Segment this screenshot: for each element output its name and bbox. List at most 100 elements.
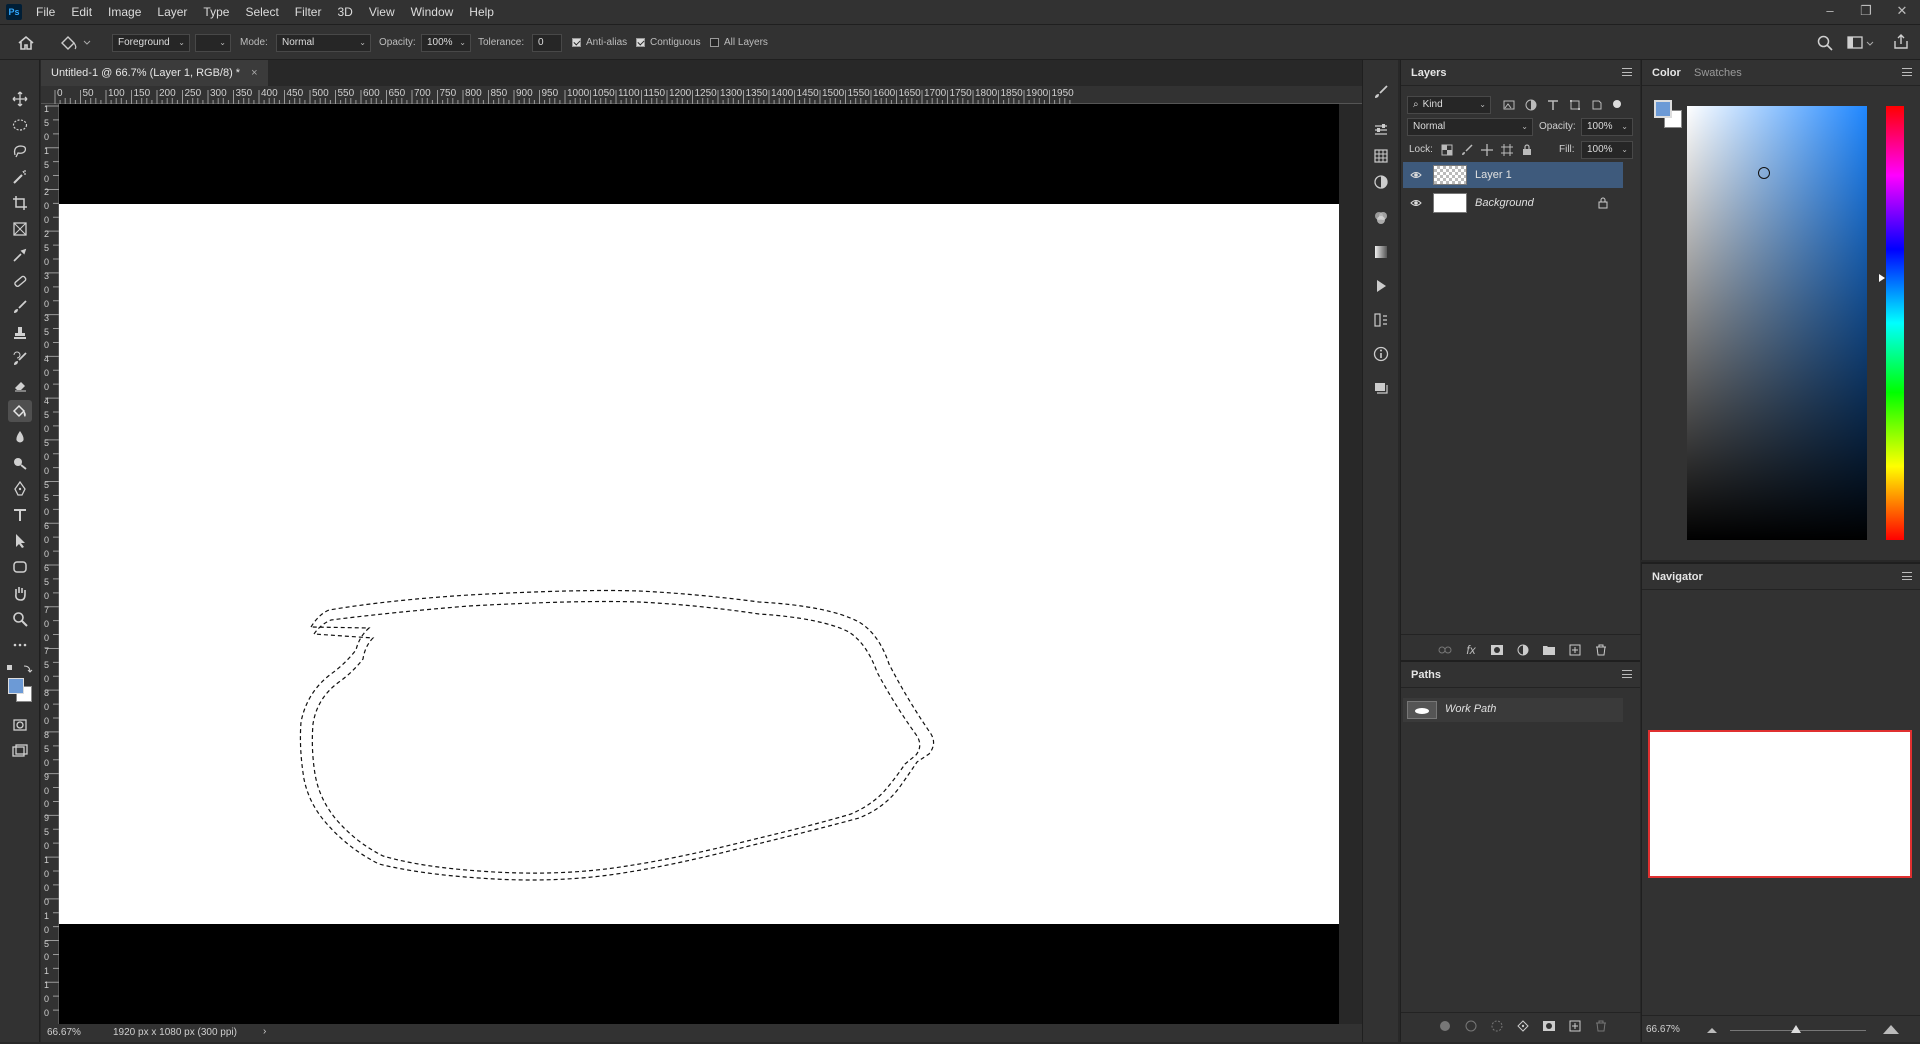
layer-row-layer-1[interactable]: Layer 1 xyxy=(1403,162,1623,188)
new-path-icon[interactable] xyxy=(1567,1018,1583,1034)
zoom-tool-icon[interactable] xyxy=(8,608,32,630)
visibility-eye-icon[interactable] xyxy=(1410,169,1422,181)
zoom-in-icon[interactable] xyxy=(1882,1023,1900,1035)
make-work-path-icon[interactable] xyxy=(1515,1018,1531,1034)
share-icon[interactable] xyxy=(1892,33,1910,51)
add-mask-icon[interactable] xyxy=(1489,642,1505,658)
stroke-path-icon[interactable] xyxy=(1463,1018,1479,1034)
healing-brush-tool-icon[interactable] xyxy=(8,270,32,292)
panel-menu-icon[interactable] xyxy=(1622,670,1632,678)
fill-source-select[interactable]: Foreground ⌄ xyxy=(112,34,190,52)
menu-select[interactable]: Select xyxy=(237,0,286,24)
tab-layers[interactable]: Layers xyxy=(1411,60,1446,86)
swap-colors-icon[interactable] xyxy=(6,664,34,674)
opacity-input[interactable]: 100% ⌄ xyxy=(421,34,471,52)
history-brush-tool-icon[interactable] xyxy=(8,348,32,370)
tab-navigator[interactable]: Navigator xyxy=(1652,564,1703,590)
foreground-color-swatch[interactable] xyxy=(8,678,24,694)
menu-window[interactable]: Window xyxy=(403,0,462,24)
new-layer-icon[interactable] xyxy=(1567,642,1583,658)
panel-menu-icon[interactable] xyxy=(1902,572,1912,580)
fx-icon[interactable]: fx xyxy=(1463,642,1479,658)
tool-preset-picker[interactable] xyxy=(58,33,94,53)
minimize-button[interactable]: – xyxy=(1812,0,1848,24)
document-tab[interactable]: Untitled-1 @ 66.7% (Layer 1, RGB/8) * × xyxy=(41,60,268,86)
add-mask-icon[interactable] xyxy=(1541,1018,1557,1034)
contiguous-checkbox[interactable] xyxy=(636,38,645,47)
menu-layer[interactable]: Layer xyxy=(149,0,195,24)
hue-slider-handle[interactable] xyxy=(1879,274,1885,282)
menu-filter[interactable]: Filter xyxy=(287,0,330,24)
paint-bucket-tool-icon[interactable] xyxy=(8,400,32,422)
dodge-tool-icon[interactable] xyxy=(8,452,32,474)
navigator-preview[interactable] xyxy=(1648,730,1912,878)
info-menu-arrow[interactable]: › xyxy=(263,1026,266,1037)
color-swatches[interactable] xyxy=(6,676,34,704)
lock-icon[interactable] xyxy=(1597,197,1609,209)
menu-type[interactable]: Type xyxy=(195,0,237,24)
tab-paths[interactable]: Paths xyxy=(1411,662,1441,688)
quick-mask-icon[interactable] xyxy=(8,714,32,736)
menu-image[interactable]: Image xyxy=(100,0,149,24)
pen-tool-icon[interactable] xyxy=(8,478,32,500)
menu-file[interactable]: File xyxy=(28,0,63,24)
tolerance-input[interactable]: 0 xyxy=(532,34,562,52)
lock-artboard-icon[interactable] xyxy=(1499,142,1515,158)
lasso-tool-icon[interactable] xyxy=(8,140,32,162)
navigator-zoom-value[interactable]: 66.67% xyxy=(1646,1024,1680,1035)
quick-selection-tool-icon[interactable] xyxy=(8,166,32,188)
smart-object-filter-icon[interactable] xyxy=(1589,97,1605,113)
filter-toggle-icon[interactable] xyxy=(1609,96,1625,112)
lock-position-icon[interactable] xyxy=(1479,142,1495,158)
visibility-eye-icon[interactable] xyxy=(1410,197,1422,209)
tab-swatches[interactable]: Swatches xyxy=(1694,60,1742,86)
saturation-brightness-field[interactable] xyxy=(1687,106,1867,540)
rectangle-tool-icon[interactable] xyxy=(8,556,32,578)
menu-view[interactable]: View xyxy=(361,0,403,24)
zoom-slider-handle[interactable] xyxy=(1791,1025,1801,1033)
panel-menu-icon[interactable] xyxy=(1622,68,1632,76)
all-layers-checkbox[interactable] xyxy=(710,38,719,47)
lock-transparency-icon[interactable] xyxy=(1439,142,1455,158)
pixel-filter-icon[interactable] xyxy=(1501,97,1517,113)
shape-filter-icon[interactable] xyxy=(1567,97,1583,113)
fill-path-icon[interactable] xyxy=(1437,1018,1453,1034)
blend-mode-select[interactable]: Normal ⌄ xyxy=(1407,118,1533,136)
color-picker-cursor[interactable] xyxy=(1758,167,1770,179)
menu-3d[interactable]: 3D xyxy=(329,0,360,24)
move-tool-icon[interactable] xyxy=(8,88,32,110)
close-tab-icon[interactable]: × xyxy=(251,67,257,79)
brush-tool-icon[interactable] xyxy=(8,296,32,318)
screen-mode-icon[interactable] xyxy=(8,740,32,762)
blur-tool-icon[interactable] xyxy=(8,426,32,448)
zoom-out-icon[interactable] xyxy=(1706,1026,1718,1034)
eyedropper-tool-icon[interactable] xyxy=(8,244,32,266)
restore-button[interactable]: ❐ xyxy=(1848,0,1884,24)
brush-settings-icon[interactable] xyxy=(1371,82,1391,102)
canvas-area[interactable] xyxy=(59,104,1339,1024)
type-filter-icon[interactable] xyxy=(1545,97,1561,113)
foreground-color-swatch[interactable] xyxy=(1654,100,1672,118)
channels-icon[interactable] xyxy=(1371,208,1391,228)
lock-all-icon[interactable] xyxy=(1519,142,1535,158)
paragraph-icon[interactable] xyxy=(1371,310,1391,330)
gradients-icon[interactable] xyxy=(1371,242,1391,262)
load-selection-icon[interactable] xyxy=(1489,1018,1505,1034)
adjustments-icon[interactable] xyxy=(1371,120,1391,140)
trash-icon[interactable] xyxy=(1593,642,1609,658)
info-icon[interactable] xyxy=(1371,344,1391,364)
trash-icon[interactable] xyxy=(1593,1018,1609,1034)
path-selection-tool-icon[interactable] xyxy=(8,530,32,552)
menu-help[interactable]: Help xyxy=(461,0,502,24)
path-name[interactable]: Work Path xyxy=(1445,703,1496,715)
more-tools-icon[interactable] xyxy=(8,634,32,656)
panel-menu-icon[interactable] xyxy=(1902,68,1912,76)
hand-tool-icon[interactable] xyxy=(8,582,32,604)
adjustment-filter-icon[interactable] xyxy=(1523,97,1539,113)
menu-edit[interactable]: Edit xyxy=(63,0,100,24)
type-tool-icon[interactable] xyxy=(8,504,32,526)
document-canvas[interactable] xyxy=(59,204,1339,924)
search-icon[interactable] xyxy=(1816,34,1834,52)
lock-pixels-icon[interactable] xyxy=(1459,142,1475,158)
layer-row-background[interactable]: Background xyxy=(1403,190,1623,216)
